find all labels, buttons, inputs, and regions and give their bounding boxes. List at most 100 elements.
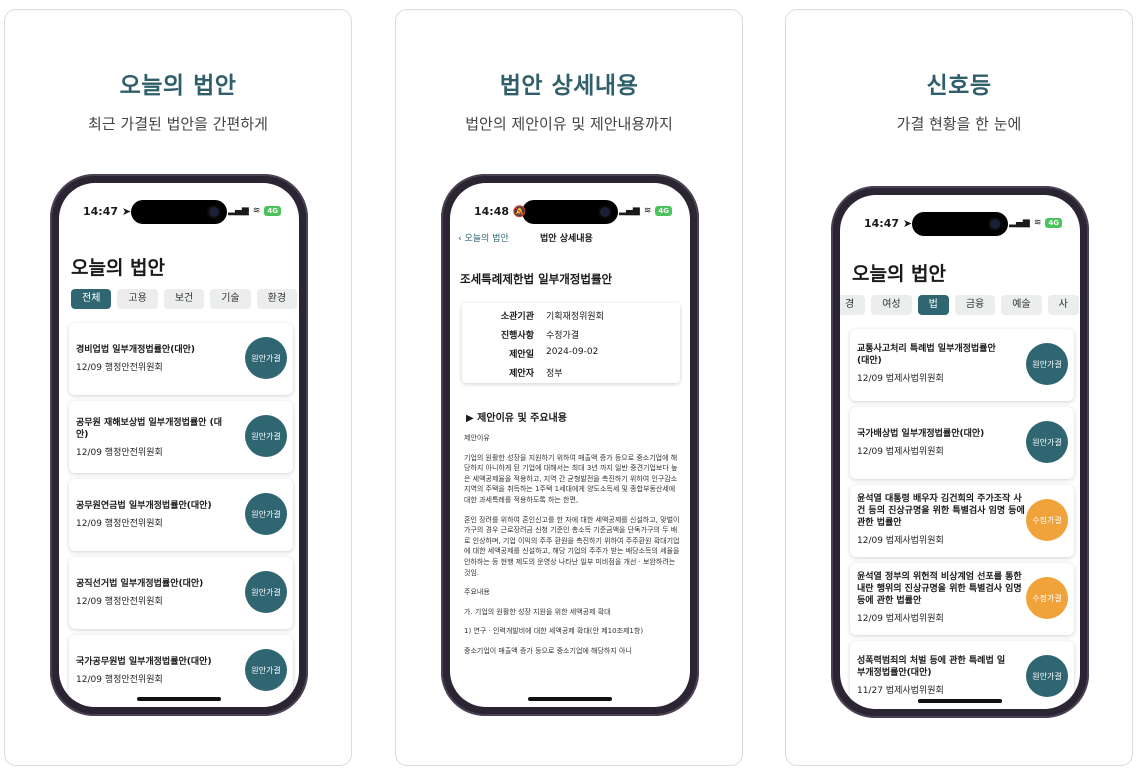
chip-women[interactable]: 여성 — [871, 295, 912, 315]
category-chips: 전체 고용 보건 기술 환경 — [71, 289, 299, 309]
bill-meta: 12/09 법제사법위원회 — [857, 614, 944, 624]
bill-title: 윤석열 대통령 배우자 김건희의 주가조작 사건 등의 진상규명을 위한 특별검… — [857, 494, 1025, 528]
paragraph: 중소기업이 매출액 증가 등으로 중소기업에 해당하지 아니 — [464, 646, 632, 655]
home-indicator — [137, 697, 221, 701]
location-arrow-icon: ➤ — [902, 217, 913, 230]
info-value: 기획재정위원회 — [546, 312, 604, 322]
status-badge: 원안가결 — [245, 415, 287, 457]
paragraph: 가. 기업의 원활한 성장 지원을 위한 세액공제 확대 — [464, 607, 611, 616]
bill-meta: 12/09 행정안전위원회 — [76, 519, 163, 529]
paragraph: 제안이유 — [464, 434, 490, 442]
bill-meta: 12/09 행정안전위원회 — [76, 448, 163, 458]
phone-screen: 14:47 ➤ ▂▄▆ ≋ 4G 오늘의 법안 경 여성 법 금융 예술 사 교통사… — [840, 195, 1080, 709]
bill-meta: 12/09 법제사법위원회 — [857, 536, 944, 546]
paragraph: 1) 연구 · 인력개발비에 대한 세액공제 확대(안 제10조제1항) — [464, 627, 644, 636]
location-arrow-icon: ➤ — [121, 205, 132, 218]
bill-info-box: 소관기관 기획재정위원회 진행사항 수정가결 제안일 2024-09-02 제안자 정부 — [462, 303, 680, 383]
bell-muted-icon: 🔕 — [512, 205, 527, 218]
nav-bar: ‹ 오늘의 법안 법안 상세내용 — [450, 231, 690, 249]
bill-card[interactable]: 국가배상법 일부개정법률안(대안) 12/09 법제사법위원회 원안가결 — [850, 407, 1074, 479]
signal-icon: ▂▄▆ — [1009, 218, 1030, 228]
screen-title: 오늘의 법안 — [852, 263, 947, 285]
bill-title: 국가공무원법 일부개정법률안(대안) — [76, 657, 212, 667]
status-badge: 원안가결 — [1026, 655, 1068, 697]
bill-card[interactable]: 윤석열 정부의 위헌적 비상계엄 선포를 통한 내란 행위의 진상규명을 위한 … — [850, 563, 1074, 635]
info-row: 소관기관 기획재정위원회 — [462, 309, 604, 322]
home-indicator — [528, 697, 612, 701]
info-key: 진행사항 — [500, 331, 534, 341]
bill-title: 교통사고처리 특례법 일부개정법률안 (대안) — [857, 344, 996, 366]
bill-list: 경비업법 일부개정법률안(대안) 12/09 행정안전위원회 원안가결 공무원 재해… — [69, 323, 293, 707]
status-bar: 14:47 ➤ ▂▄▆ ≋ 4G — [59, 203, 299, 221]
wifi-icon: ≋ — [252, 206, 261, 216]
info-key: 소관기관 — [500, 312, 534, 322]
info-value: 수정가결 — [546, 331, 580, 341]
panel-title: 신호등 — [926, 73, 992, 99]
chip-more[interactable]: 사 — [1047, 295, 1079, 315]
bill-card[interactable]: 교통사고처리 특례법 일부개정법률안 (대안) 12/09 법제사법위원회 원안가결 — [850, 329, 1074, 401]
paragraph: 주요내용 — [464, 588, 490, 597]
phone-mockup: 14:47 ➤ ▂▄▆ ≋ 4G 오늘의 법안 경 여성 법 금융 예술 사 교통사… — [831, 186, 1089, 718]
status-badge: 수정가결 — [1026, 577, 1068, 619]
info-row: 진행사항 수정가결 — [462, 328, 579, 341]
bill-title: 국가배상법 일부개정법률안(대안) — [857, 429, 985, 439]
info-key: 제안자 — [509, 369, 534, 379]
wifi-icon: ≋ — [1033, 218, 1042, 228]
bill-title: 공무원 재해보상법 일부개정법률안 (대안) — [76, 418, 222, 440]
panel-subtitle: 최근 가결된 법안을 간편하게 — [88, 115, 268, 133]
paragraph: 기업의 원활한 성장을 지원하기 위하여 매출액 증가 등으로 중소기업에 해당… — [464, 453, 678, 504]
info-value: 정부 — [546, 369, 563, 379]
bill-meta: 11/27 법제사법위원회 — [857, 686, 944, 696]
bill-title: 공직선거법 일부개정법률안(대안) — [76, 579, 204, 589]
feature-panel-bill-detail: 법안 상세내용 법안의 제안이유 및 제안내용까지 14:48 🔕 ▂▄▆ ≋ 4G… — [395, 9, 743, 766]
status-badge: 원안가결 — [1026, 343, 1068, 385]
status-badge: 원안가결 — [245, 571, 287, 613]
status-badge: 원안가결 — [245, 493, 287, 535]
chip-employment[interactable]: 고용 — [117, 289, 158, 309]
battery-icon: 4G — [655, 206, 672, 216]
chip-health[interactable]: 보건 — [163, 289, 205, 309]
info-row: 제안일 2024-09-02 — [462, 347, 598, 360]
phone-mockup: 14:48 🔕 ▂▄▆ ≋ 4G ‹ 오늘의 법안 법안 상세내용 조세특례제한법 … — [441, 174, 699, 716]
bill-title: 경비업법 일부개정법률안(대안) — [76, 345, 196, 355]
panel-title: 법안 상세내용 — [499, 73, 639, 99]
chip-tech[interactable]: 기술 — [210, 289, 251, 309]
chip-environment[interactable]: 경 — [840, 295, 866, 315]
status-time: 14:47 — [864, 217, 900, 230]
signal-icon: ▂▄▆ — [619, 206, 640, 216]
bill-card[interactable]: 윤석열 대통령 배우자 김건희의 주가조작 사건 등의 진상규명을 위한 특별검… — [850, 485, 1074, 557]
bill-title: 성폭력범죄의 처벌 등에 관한 특례법 일부개정법률안(대안) — [857, 656, 1006, 678]
wifi-icon: ≋ — [643, 206, 652, 216]
status-time: 14:47 — [83, 205, 119, 218]
bill-card[interactable]: 공직선거법 일부개정법률안(대안) 12/09 행정안전위원회 원안가결 — [69, 557, 293, 629]
chip-art[interactable]: 예술 — [1001, 295, 1042, 315]
nav-title: 법안 상세내용 — [540, 234, 593, 244]
bill-card[interactable]: 공무원연금법 일부개정법률안(대안) 12/09 행정안전위원회 원안가결 — [69, 479, 293, 551]
status-badge: 원안가결 — [245, 649, 287, 691]
phone-screen: 14:48 🔕 ▂▄▆ ≋ 4G ‹ 오늘의 법안 법안 상세내용 조세특례제한법 … — [450, 183, 690, 707]
battery-icon: 4G — [264, 206, 281, 216]
bill-meta: 12/09 법제사법위원회 — [857, 447, 944, 457]
category-chips: 경 여성 법 금융 예술 사 — [840, 295, 1080, 315]
status-bar: 14:47 ➤ ▂▄▆ ≋ 4G — [840, 215, 1080, 233]
chip-all[interactable]: 전체 — [71, 289, 112, 309]
home-indicator — [918, 699, 1002, 703]
phone-screen: 14:47 ➤ ▂▄▆ ≋ 4G 오늘의 법안 전체 고용 보건 기술 환경 경비업… — [59, 183, 299, 707]
bill-meta: 12/09 행정안전위원회 — [76, 363, 163, 373]
bill-card[interactable]: 공무원 재해보상법 일부개정법률안 (대안) 12/09 행정안전위원회 원안가결 — [69, 401, 293, 473]
paragraph: 혼인 장려를 위하여 혼인신고를 한 자에 대한 세액공제를 신설하고, 맞벌이… — [464, 515, 680, 577]
battery-icon: 4G — [1045, 218, 1062, 228]
back-button[interactable]: ‹ 오늘의 법안 — [458, 231, 509, 244]
bill-meta: 12/09 행정안전위원회 — [76, 597, 163, 607]
status-badge: 수정가결 — [1026, 499, 1068, 541]
info-value: 2024-09-02 — [546, 347, 599, 357]
bill-card[interactable]: 경비업법 일부개정법률안(대안) 12/09 행정안전위원회 원안가결 — [69, 323, 293, 395]
status-bar: 14:48 🔕 ▂▄▆ ≋ 4G — [450, 203, 690, 221]
chip-environment[interactable]: 환경 — [256, 289, 298, 309]
chip-law[interactable]: 법 — [917, 295, 949, 315]
phone-mockup: 14:47 ➤ ▂▄▆ ≋ 4G 오늘의 법안 전체 고용 보건 기술 환경 경비업… — [50, 174, 308, 716]
status-badge: 원안가결 — [1026, 421, 1068, 463]
feature-panel-traffic-light: 신호등 가결 현황을 한 눈에 14:47 ➤ ▂▄▆ ≋ 4G 오늘의 법안 경 … — [785, 9, 1133, 766]
chip-finance[interactable]: 금융 — [954, 295, 996, 315]
panel-subtitle: 법안의 제안이유 및 제안내용까지 — [465, 115, 673, 133]
